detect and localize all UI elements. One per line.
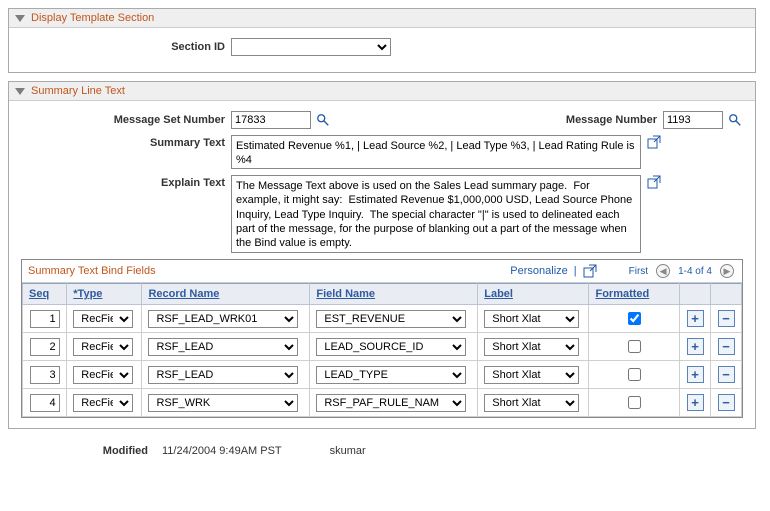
message-set-number-label: Message Set Number [21,114,231,126]
label-select[interactable]: Short Xlat [484,338,579,356]
formatted-checkbox[interactable] [628,340,641,353]
message-number-label: Message Number [566,114,663,126]
seq-input[interactable] [30,366,60,384]
table-row: RecFie RSF_LEAD LEAD_SOURCE_ID Short Xlat +− [23,333,742,361]
field-name-select[interactable]: LEAD_TYPE [316,366,466,384]
grid-first-label[interactable]: First [629,266,648,277]
lookup-icon[interactable] [315,112,331,128]
delete-row-button[interactable]: − [718,310,735,327]
section-header[interactable]: Summary Line Text [9,82,755,101]
col-field[interactable]: Field Name [310,284,478,305]
modified-footer: Modified 11/24/2004 9:49AM PST skumar [8,437,756,457]
bind-fields-grid: Summary Text Bind Fields Personalize | F… [21,259,743,418]
field-name-select[interactable]: RSF_PAF_RULE_NAM [316,394,466,412]
field-name-select[interactable]: EST_REVENUE [316,310,466,328]
col-record[interactable]: Record Name [142,284,310,305]
formatted-checkbox[interactable] [628,312,641,325]
table-row: RecFie RSF_LEAD_WRK01 EST_REVENUE Short Xla… [23,305,742,333]
formatted-checkbox[interactable] [628,396,641,409]
col-type[interactable]: *Type [67,284,142,305]
label-select[interactable]: Short Xlat [484,394,579,412]
label-select[interactable]: Short Xlat [484,366,579,384]
delete-row-button[interactable]: − [718,338,735,355]
expand-icon[interactable] [647,135,661,149]
explain-text-textarea[interactable] [231,175,641,253]
table-row: RecFie RSF_WRK RSF_PAF_RULE_NAM Short Xlat +… [23,389,742,417]
zoom-grid-icon[interactable] [583,264,597,278]
message-set-number-input[interactable] [231,111,311,129]
type-select[interactable]: RecFie [73,310,133,328]
field-name-select[interactable]: LEAD_SOURCE_ID [316,338,466,356]
add-row-button[interactable]: + [687,338,704,355]
grid-title: Summary Text Bind Fields [28,265,156,277]
section-id-select[interactable] [231,38,391,56]
section-title: Display Template Section [31,12,154,24]
summary-line-text-section: Summary Line Text Message Set Number Mes… [8,81,756,429]
col-label[interactable]: Label [478,284,589,305]
section-title: Summary Line Text [31,85,125,97]
formatted-checkbox[interactable] [628,368,641,381]
explain-text-label: Explain Text [21,175,231,189]
section-header[interactable]: Display Template Section [9,9,755,28]
delete-row-button[interactable]: − [718,394,735,411]
col-formatted[interactable]: Formatted [589,284,680,305]
grid-prev-icon[interactable]: ◀ [656,264,670,278]
summary-text-textarea[interactable] [231,135,641,169]
type-select[interactable]: RecFie [73,338,133,356]
message-number-input[interactable] [663,111,723,129]
section-id-label: Section ID [21,41,231,53]
add-row-button[interactable]: + [687,366,704,383]
add-row-button[interactable]: + [687,310,704,327]
record-name-select[interactable]: RSF_WRK [148,394,298,412]
add-row-button[interactable]: + [687,394,704,411]
personalize-link[interactable]: Personalize [510,265,567,277]
table-row: RecFie RSF_LEAD LEAD_TYPE Short Xlat +− [23,361,742,389]
grid-range: 1-4 of 4 [678,266,712,277]
lookup-icon[interactable] [727,112,743,128]
display-template-section: Display Template Section Section ID [8,8,756,73]
modified-by: skumar [330,445,366,457]
separator: | [574,265,577,277]
summary-text-label: Summary Text [21,135,231,149]
seq-input[interactable] [30,310,60,328]
modified-label: Modified [68,445,148,457]
collapse-icon[interactable] [15,15,25,22]
seq-input[interactable] [30,338,60,356]
delete-row-button[interactable]: − [718,366,735,383]
record-name-select[interactable]: RSF_LEAD_WRK01 [148,310,298,328]
grid-header-row: Seq *Type Record Name Field Name Label F… [23,284,742,305]
record-name-select[interactable]: RSF_LEAD [148,338,298,356]
collapse-icon[interactable] [15,88,25,95]
expand-icon[interactable] [647,175,661,189]
type-select[interactable]: RecFie [73,366,133,384]
col-seq[interactable]: Seq [23,284,67,305]
seq-input[interactable] [30,394,60,412]
grid-next-icon[interactable]: ▶ [720,264,734,278]
modified-date: 11/24/2004 9:49AM PST [162,445,282,457]
record-name-select[interactable]: RSF_LEAD [148,366,298,384]
type-select[interactable]: RecFie [73,394,133,412]
label-select[interactable]: Short Xlat [484,310,579,328]
